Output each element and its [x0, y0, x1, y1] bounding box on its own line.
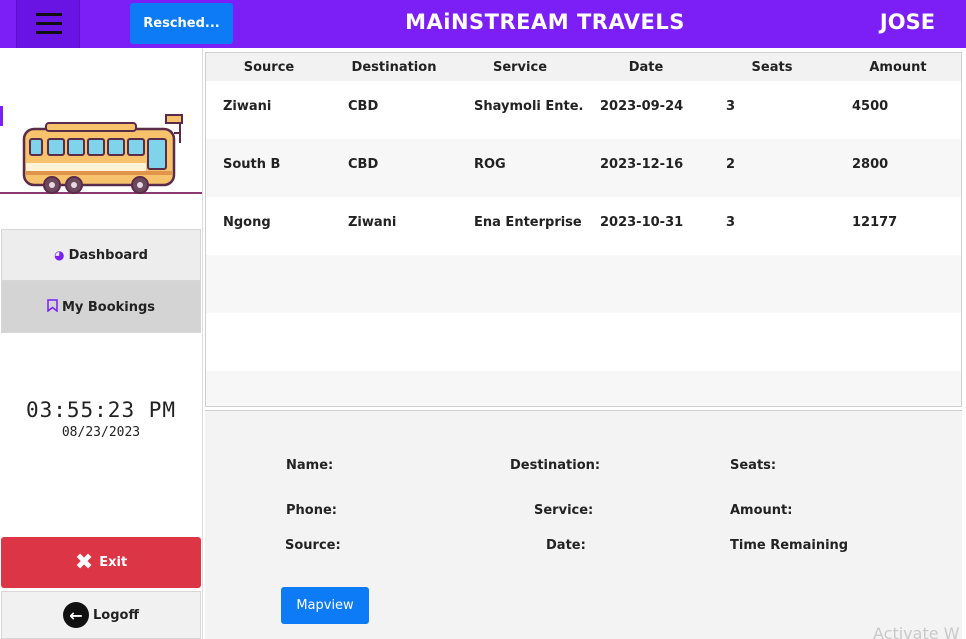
app-title: MAiNSTREAM TRAVELS [405, 10, 685, 34]
clock-date: 08/23/2023 [61, 425, 141, 440]
cell-destination: CBD [348, 99, 379, 114]
cell-amount: 4500 [852, 99, 889, 114]
exit-button[interactable]: ✖ Exit [1, 537, 201, 588]
cell-source: Ziwani [223, 99, 272, 114]
cell-service: ROG [474, 157, 506, 172]
service-label: Service: [534, 503, 594, 518]
seats-label: Seats: [730, 458, 777, 473]
cell-source: Ngong [223, 215, 271, 230]
clock-time: 03:55:23 PM [25, 398, 177, 422]
cell-date: 2023-09-24 [600, 99, 684, 114]
table-row[interactable]: South B CBD ROG 2023-12-16 2 2800 [206, 139, 961, 197]
amount-label: Amount: [730, 503, 793, 518]
menu-toggle-button[interactable] [16, 0, 80, 48]
table-row[interactable]: Ziwani CBD Shaymoli Ente... 2023-09-24 3… [206, 81, 961, 139]
sidebar-item-label: Dashboard [68, 247, 148, 263]
table-row-empty [206, 371, 961, 406]
column-header[interactable]: Seats [734, 60, 810, 75]
top-bar: Resched... MAiNSTREAM TRAVELS JOSE [0, 0, 966, 48]
bus-illustration [0, 114, 202, 194]
hamburger-icon [36, 13, 62, 16]
booking-details: Name: Destination: Seats: Phone: Service… [205, 410, 962, 639]
date-label: Date: [546, 538, 586, 553]
exit-label: Exit [99, 555, 128, 570]
bookings-table: Source Destination Service Date Seats Am… [205, 52, 962, 407]
name-label: Name: [286, 458, 334, 473]
activation-watermark: Activate W [873, 624, 960, 639]
cell-service: Shaymoli Ente... [474, 99, 584, 114]
column-header[interactable]: Destination [346, 60, 442, 75]
close-icon: ✖ [74, 550, 94, 575]
time-remaining-label: Time Remaining [730, 538, 849, 553]
column-header[interactable]: Service [482, 60, 558, 75]
table-row-empty [206, 313, 961, 371]
cell-amount: 2800 [852, 157, 889, 172]
column-header[interactable]: Amount [860, 60, 936, 75]
table-row[interactable]: Ngong Ziwani Ena Enterprise 2023-10-31 3… [206, 197, 961, 255]
cell-seats: 2 [726, 157, 736, 172]
logoff-label: Logoff [93, 607, 139, 623]
cell-destination: CBD [348, 157, 379, 172]
source-label: Source: [285, 538, 341, 553]
cell-service: Ena Enterprise [474, 215, 582, 230]
arrow-left-circle-icon: ← [63, 602, 89, 628]
cell-destination: Ziwani [348, 215, 397, 230]
cell-seats: 3 [726, 215, 736, 230]
phone-label: Phone: [286, 503, 337, 518]
cell-source: South B [223, 157, 281, 172]
table-header: Source Destination Service Date Seats Am… [206, 53, 961, 81]
sidebar-item-dashboard[interactable]: ◕ Dashboard [1, 229, 201, 281]
sidebar-item-label: My Bookings [61, 299, 156, 315]
cell-amount: 12177 [852, 215, 898, 230]
sidebar-item-my-bookings[interactable]: My Bookings [1, 281, 201, 333]
cell-seats: 3 [726, 99, 736, 114]
cell-date: 2023-10-31 [600, 215, 684, 230]
logoff-button[interactable]: ← Logoff [1, 591, 201, 639]
reschedule-button[interactable]: Resched... [130, 3, 233, 44]
mapview-button[interactable]: Mapview [281, 587, 369, 624]
column-header[interactable]: Source [231, 60, 307, 75]
table-row-empty [206, 255, 961, 313]
user-name: JOSE [879, 10, 936, 34]
speedometer-icon: ◕ [54, 248, 65, 262]
bookmark-icon [47, 299, 58, 315]
cell-date: 2023-12-16 [600, 157, 684, 172]
column-header[interactable]: Date [608, 60, 684, 75]
destination-label: Destination: [510, 458, 601, 473]
sidebar: ◕ Dashboard My Bookings 03:55:23 PM 08/2… [0, 48, 203, 639]
